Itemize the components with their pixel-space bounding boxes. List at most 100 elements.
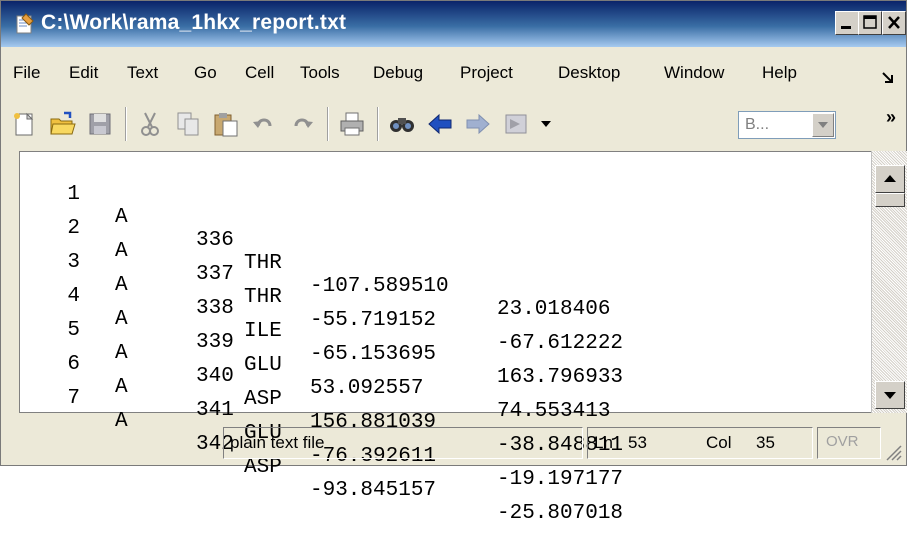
- save-icon: [89, 113, 111, 135]
- residue-number: 337: [196, 263, 234, 286]
- copy-button[interactable]: [171, 107, 205, 141]
- residue-name: ILE: [244, 320, 282, 343]
- paste-icon: [214, 113, 238, 137]
- forward-button[interactable]: [461, 107, 495, 141]
- col-label: Col: [706, 433, 732, 452]
- back-button[interactable]: [423, 107, 457, 141]
- minimize-button[interactable]: [835, 11, 859, 35]
- chain-id: A: [115, 274, 128, 297]
- residue-name: THR: [244, 286, 282, 309]
- dock-arrow-icon[interactable]: [881, 71, 895, 85]
- editor-line[interactable]: 5 A 340 ASP 156.881039 -38.848811: [20, 296, 623, 457]
- resize-grip-icon[interactable]: [884, 443, 902, 461]
- maximize-button[interactable]: [858, 11, 882, 35]
- ln-value: 53: [628, 433, 647, 452]
- menu-text[interactable]: Text: [127, 63, 158, 83]
- combo-value: B...: [745, 116, 770, 133]
- new-file-button[interactable]: [7, 107, 41, 141]
- text-editor[interactable]: 1 A 336 THR -107.589510 23.018406 2 A 33…: [19, 151, 907, 525]
- combo-button[interactable]: [812, 113, 834, 137]
- find-button[interactable]: [385, 107, 419, 141]
- editor-line[interactable]: 4 A 339 GLU 53.092557 74.553413: [20, 262, 610, 423]
- menu-go[interactable]: Go: [194, 63, 217, 83]
- scroll-thumb[interactable]: [875, 193, 905, 207]
- psi-value: -67.612222: [497, 332, 624, 355]
- status-ovr: OVR: [817, 427, 881, 459]
- col-value: 35: [756, 433, 775, 452]
- menu-window[interactable]: Window: [664, 63, 724, 83]
- chevron-down-icon: [818, 122, 828, 128]
- title-bar[interactable]: C:\Work\rama_1hkx_report.txt: [1, 1, 906, 47]
- status-position: Ln 53 Col 35: [587, 427, 813, 459]
- status-bar: plain text file Ln 53 Col 35 OVR: [1, 419, 906, 465]
- chain-id: A: [115, 206, 128, 229]
- menu-project[interactable]: Project: [460, 63, 513, 83]
- residue-name: GLU: [244, 354, 282, 377]
- editor-line[interactable]: 2 A 337 THR -55.719152 -67.612222: [20, 194, 623, 355]
- menu-cell[interactable]: Cell: [245, 63, 274, 83]
- window-title: C:\Work\rama_1hkx_report.txt: [41, 11, 347, 34]
- editor-line[interactable]: 6 A 341 GLU -76.392611 -19.197177: [20, 330, 623, 491]
- undo-button[interactable]: [247, 107, 281, 141]
- redo-icon: [294, 118, 313, 128]
- editor-window: C:\Work\rama_1hkx_report.txt File Edit T…: [0, 0, 907, 525]
- editor-line[interactable]: 7 A 342 ASP -93.845157 -25.807018: [20, 364, 623, 525]
- open-file-button[interactable]: [45, 107, 79, 141]
- menu-tools[interactable]: Tools: [300, 63, 340, 83]
- scroll-up-button[interactable]: [875, 165, 905, 193]
- scroll-up-icon: [884, 175, 896, 182]
- maximize-icon: [863, 15, 877, 29]
- psi-value: 163.796933: [497, 366, 624, 389]
- residue-name: THR: [244, 252, 282, 275]
- menu-debug[interactable]: Debug: [373, 63, 423, 83]
- print-button[interactable]: [335, 107, 369, 141]
- toolbar-separator: [327, 107, 329, 141]
- toolbar-separator: [125, 107, 127, 141]
- goto-button[interactable]: [499, 107, 533, 141]
- file-type-text: plain text file: [230, 433, 325, 452]
- toolbar-overflow[interactable]: »: [886, 107, 896, 128]
- scroll-down-icon: [884, 392, 896, 399]
- open-folder-icon: [50, 111, 76, 135]
- phi-value: 53.092557: [310, 377, 424, 400]
- close-button[interactable]: [882, 11, 906, 35]
- vertical-scrollbar[interactable]: [871, 151, 907, 413]
- cut-button[interactable]: [133, 107, 167, 141]
- dropdown-arrow-icon[interactable]: [541, 121, 551, 129]
- chain-id: A: [115, 240, 128, 263]
- residue-number: 340: [196, 365, 234, 388]
- chain-id: A: [115, 342, 128, 365]
- phi-value: -93.845157: [310, 479, 437, 502]
- back-arrow-icon: [428, 113, 452, 135]
- editor-line[interactable]: 3 A 338 ILE -65.153695 163.796933: [20, 228, 623, 389]
- undo-icon: [253, 118, 272, 128]
- psi-value: -19.197177: [497, 468, 624, 491]
- menu-file[interactable]: File: [13, 63, 40, 83]
- psi-value: -25.807018: [497, 502, 624, 525]
- menu-desktop[interactable]: Desktop: [558, 63, 620, 83]
- line-number: 7: [67, 387, 80, 410]
- toolbar-separator: [377, 107, 379, 141]
- chain-id: A: [115, 308, 128, 331]
- ovr-text: OVR: [826, 433, 859, 450]
- residue-number: 338: [196, 297, 234, 320]
- menu-edit[interactable]: Edit: [69, 63, 98, 83]
- close-icon: [888, 16, 900, 29]
- cut-icon: [141, 112, 159, 136]
- goto-icon: [505, 114, 527, 134]
- chain-id: A: [115, 376, 128, 399]
- phi-value: -55.719152: [310, 309, 437, 332]
- ln-label: Ln: [594, 433, 613, 452]
- print-icon: [340, 112, 364, 136]
- editor-line[interactable]: 1 A 336 THR -107.589510 23.018406: [20, 160, 610, 321]
- phi-value: -65.153695: [310, 343, 437, 366]
- redo-button[interactable]: [285, 107, 319, 141]
- paste-button[interactable]: [209, 107, 243, 141]
- scroll-down-button[interactable]: [875, 381, 905, 409]
- save-button[interactable]: [83, 107, 117, 141]
- menu-help[interactable]: Help: [762, 63, 797, 83]
- copy-icon: [177, 112, 199, 136]
- minimize-icon: [841, 26, 851, 29]
- breakpoint-combo[interactable]: B...: [738, 111, 836, 139]
- residue-number: 339: [196, 331, 234, 354]
